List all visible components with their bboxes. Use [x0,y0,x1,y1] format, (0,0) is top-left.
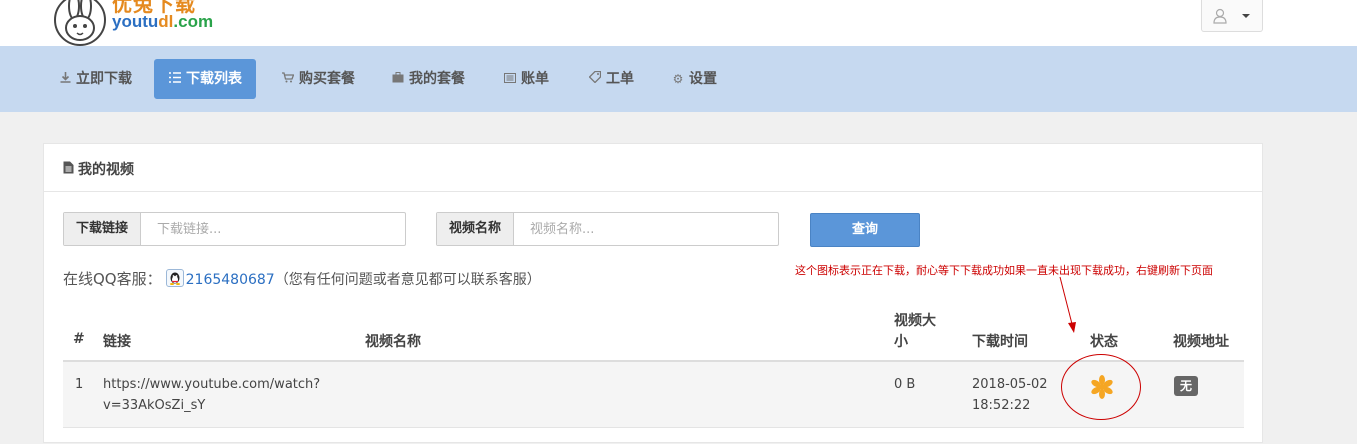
gear-icon: ⚙ [672,72,684,86]
nav-item-download-now[interactable]: 立即下载 [58,59,132,99]
briefcase-icon [391,59,405,99]
nav-item-download-list[interactable]: 下载列表 [154,59,256,99]
bill-icon [503,59,517,99]
nav-item-ticket[interactable]: 工单 [588,59,634,99]
user-menu-button[interactable] [1201,0,1263,32]
main-nav: 立即下载 下载列表 购买套餐 我的套餐 账单 工单 ⚙ 设置 [0,46,1357,112]
site-logo[interactable]: 优兔下载 youtudl.com [54,0,254,46]
my-videos-panel: 我的视频 下载链接 视频名称 查询 在线QQ客服： 2165480687（您有任… [43,143,1263,443]
annotation-arrow [1059,276,1076,333]
cart-icon [281,59,295,99]
logo-english-text: youtudl.com [112,12,214,31]
chevron-down-icon [1242,14,1250,18]
user-icon [1212,8,1228,28]
download-icon [58,59,72,99]
top-header: 优兔下载 youtudl.com [0,0,1357,46]
nav-item-buy-plan[interactable]: 购买套餐 [281,59,355,99]
tag-icon [588,59,602,99]
nav-item-settings[interactable]: ⚙ 设置 [671,59,717,99]
rabbit-logo-icon [54,0,106,46]
list-icon [168,59,182,99]
nav-item-my-plan[interactable]: 我的套餐 [391,59,465,99]
nav-item-bill[interactable]: 账单 [503,59,549,99]
